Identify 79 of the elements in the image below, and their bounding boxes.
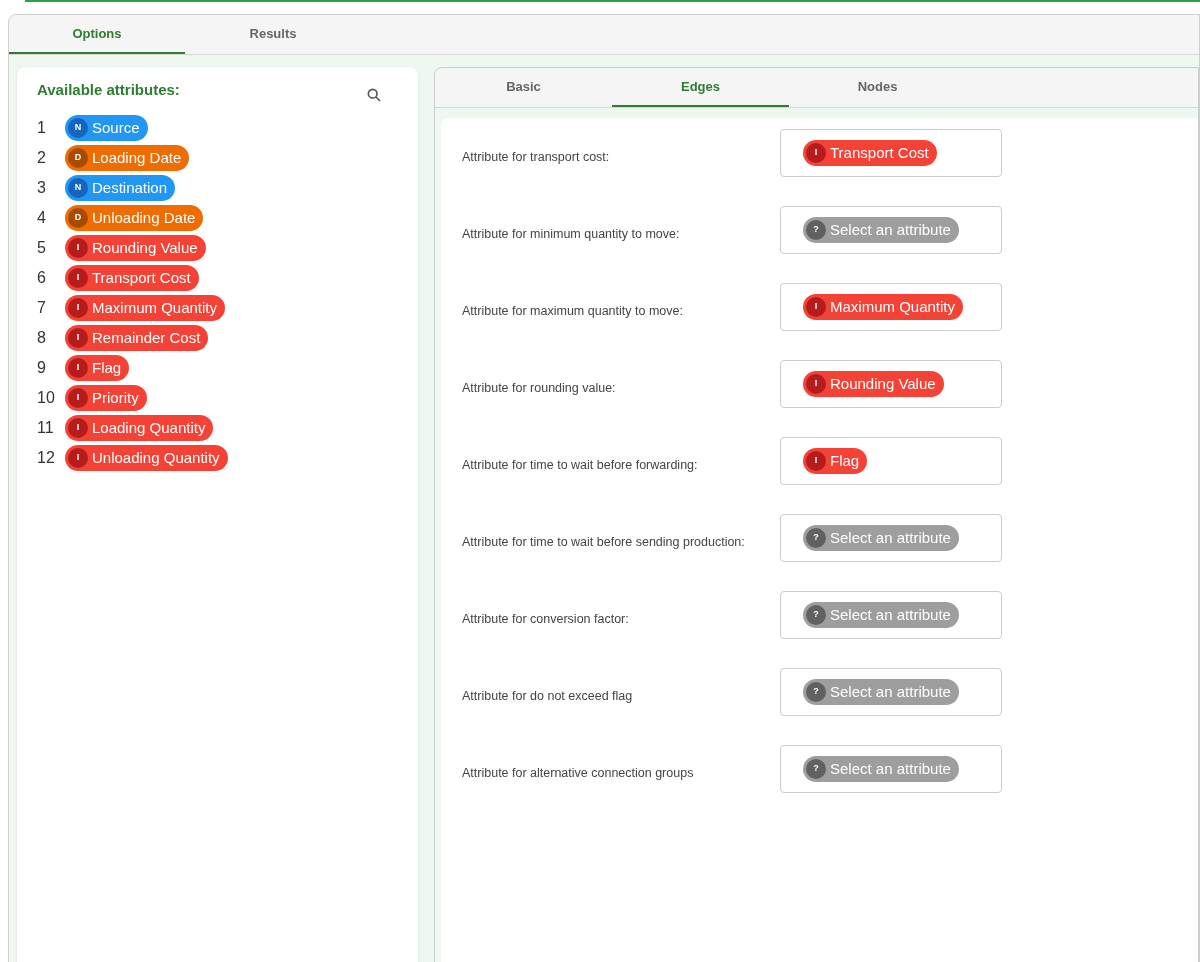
setting-label: Attribute for time to wait before sending production: xyxy=(462,534,746,551)
attribute-chip[interactable]: N Source xyxy=(65,115,148,141)
selected-attribute[interactable]: I Rounding Value xyxy=(803,371,944,397)
selected-attribute[interactable]: ? Select an attribute xyxy=(803,525,959,551)
tab[interactable]: Nodes xyxy=(789,68,966,107)
attribute-chip[interactable]: I Remainder Cost xyxy=(65,325,209,351)
type-tag: I xyxy=(806,451,826,471)
tab[interactable]: Edges xyxy=(612,68,789,107)
row-number: 11 xyxy=(37,418,55,438)
row-number: 5 xyxy=(37,238,47,258)
selected-attribute[interactable]: ? Select an attribute xyxy=(803,679,959,705)
panel-title: Available attributes: xyxy=(37,80,180,100)
attribute-field[interactable]: ? Select an attribute xyxy=(780,745,1002,793)
setting-label: Attribute for time to wait before forwarding: xyxy=(462,457,699,474)
setting-label: Attribute for transport cost: xyxy=(462,149,611,166)
type-tag: I xyxy=(68,328,88,348)
type-tag: I xyxy=(68,358,88,378)
type-tag: ? xyxy=(806,682,826,702)
attribute-field[interactable]: I Transport Cost xyxy=(780,129,1002,177)
setting-label: Attribute for alternative connection groups xyxy=(462,765,695,782)
row-number: 9 xyxy=(37,358,47,378)
type-tag: ? xyxy=(806,605,826,625)
attribute-field[interactable]: ? Select an attribute xyxy=(780,514,1002,562)
attribute-chip[interactable]: I Priority xyxy=(65,385,147,411)
type-tag: I xyxy=(68,418,88,438)
attribute-field[interactable]: I Flag xyxy=(780,437,1002,485)
attribute-chip[interactable]: D Loading Date xyxy=(65,145,190,171)
selected-attribute[interactable]: I Maximum Quantity xyxy=(803,294,964,320)
attribute-field[interactable]: I Rounding Value xyxy=(780,360,1002,408)
type-tag: ? xyxy=(806,220,826,240)
row-number: 10 xyxy=(37,388,56,408)
tab[interactable]: Results xyxy=(185,15,361,54)
row-number: 2 xyxy=(37,148,47,168)
row-number: 12 xyxy=(37,448,56,468)
selected-attribute[interactable]: ? Select an attribute xyxy=(803,756,959,782)
row-number: 8 xyxy=(37,328,47,348)
type-tag: N xyxy=(68,118,88,138)
attribute-field[interactable]: ? Select an attribute xyxy=(780,668,1002,716)
type-tag: I xyxy=(68,238,88,258)
type-tag: I xyxy=(68,388,88,408)
type-tag: ? xyxy=(806,759,826,779)
setting-label: Attribute for rounding value: xyxy=(462,380,617,397)
attribute-field[interactable]: ? Select an attribute xyxy=(780,206,1002,254)
setting-label: Attribute for conversion factor: xyxy=(462,611,630,628)
attribute-field[interactable]: ? Select an attribute xyxy=(780,591,1002,639)
search-icon[interactable] xyxy=(366,87,382,103)
row-number: 1 xyxy=(37,118,47,138)
setting-label: Attribute for minimum quantity to move: xyxy=(462,226,681,243)
attribute-chip[interactable]: N Destination xyxy=(65,175,176,201)
selected-attribute[interactable]: I Transport Cost xyxy=(803,140,937,166)
type-tag: I xyxy=(806,297,826,317)
type-tag: I xyxy=(68,298,88,318)
row-number: 7 xyxy=(37,298,47,318)
selected-attribute[interactable]: ? Select an attribute xyxy=(803,602,959,628)
attribute-chip[interactable]: I Unloading Quantity xyxy=(65,445,228,471)
row-number: 4 xyxy=(37,208,47,228)
type-tag: N xyxy=(68,178,88,198)
type-tag: D xyxy=(68,208,88,228)
type-tag: I xyxy=(68,448,88,468)
setting-label: Attribute for maximum quantity to move: xyxy=(462,303,684,320)
tab[interactable]: Basic xyxy=(435,68,612,107)
type-tag: I xyxy=(806,143,826,163)
attribute-chip[interactable]: I Rounding Value xyxy=(65,235,206,261)
selected-attribute[interactable]: ? Select an attribute xyxy=(803,217,959,243)
selected-attribute[interactable]: I Flag xyxy=(803,448,868,474)
type-tag: ? xyxy=(806,528,826,548)
attribute-chip[interactable]: I Maximum Quantity xyxy=(65,295,226,321)
type-tag: I xyxy=(68,268,88,288)
attribute-chip[interactable]: I Flag xyxy=(65,355,130,381)
attribute-chip[interactable]: I Transport Cost xyxy=(65,265,199,291)
setting-label: Attribute for do not exceed flag xyxy=(462,688,634,705)
row-number: 3 xyxy=(37,178,47,198)
type-tag: I xyxy=(806,374,826,394)
tab[interactable]: Options xyxy=(9,15,185,54)
attribute-field[interactable]: I Maximum Quantity xyxy=(780,283,1002,331)
row-number: 6 xyxy=(37,268,47,288)
attribute-chip[interactable]: I Loading Quantity xyxy=(65,415,214,441)
attribute-chip[interactable]: D Unloading Date xyxy=(65,205,204,231)
type-tag: D xyxy=(68,148,88,168)
